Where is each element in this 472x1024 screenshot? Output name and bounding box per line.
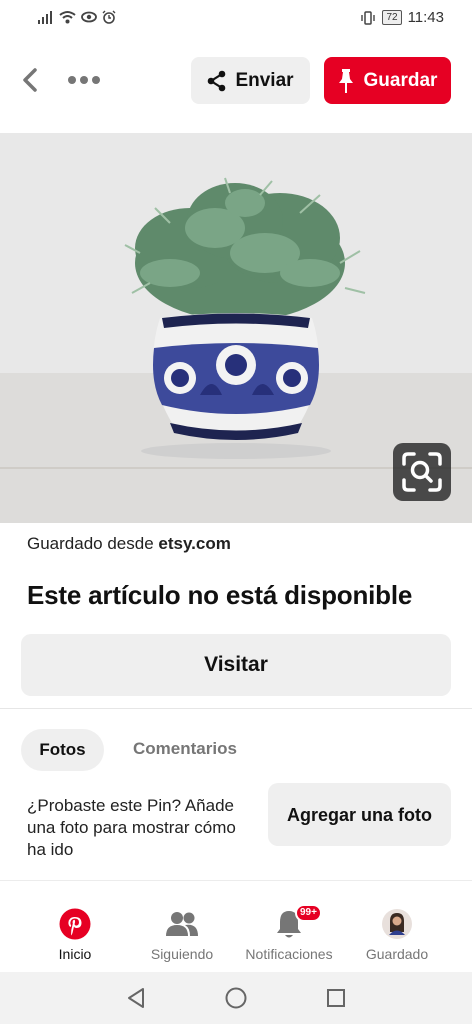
pin-icon [338,68,353,93]
home-circle-icon[interactable] [221,984,251,1012]
tried-pin-prompt: ¿Probaste este Pin? Añade una foto para … [27,796,236,859]
nav-saved-label: Guardado [365,946,429,962]
nav-following[interactable]: Siguiendo [123,892,241,972]
nav-home-label: Inicio [58,946,92,962]
status-bar: 72 11:43 [0,0,472,38]
pin-header: Enviar Guardar [0,55,472,107]
share-icon [208,70,226,91]
status-icons-left [38,10,116,24]
nav-notifications-label: Notificaciones [245,946,333,962]
send-button-label: Enviar [235,69,294,91]
recents-square-icon[interactable] [321,984,351,1012]
visit-button[interactable]: Visitar [21,634,451,696]
saved-from-site-link[interactable]: etsy.com [158,534,230,553]
notification-badge: 99+ [295,904,322,922]
nav-home[interactable]: Inicio [16,892,134,972]
nav-following-label: Siguiendo [150,946,214,962]
wifi-icon [59,11,76,24]
add-photo-button[interactable]: Agregar una foto [268,783,451,846]
avatar [382,909,412,939]
send-button[interactable]: Enviar [191,57,310,104]
tab-photos[interactable]: Fotos [21,729,104,771]
divider [0,880,472,881]
people-icon [166,912,198,936]
vibrate-icon [361,10,376,25]
nav-notifications[interactable]: 99+ Notificaciones [230,892,348,972]
more-options-icon[interactable] [64,63,104,97]
saved-from-prefix: Guardado desde [27,534,154,553]
back-arrow-icon[interactable] [16,63,44,97]
pin-title: Este artículo no está disponible [27,580,413,610]
signal-icon [38,11,52,24]
divider [0,708,472,709]
nav-saved[interactable]: Guardado [338,892,456,972]
tab-comments[interactable]: Comentarios [133,739,237,759]
system-nav-bar [0,972,472,1024]
status-time: 11:43 [407,9,444,26]
save-button-label: Guardar [363,69,438,91]
visual-search-icon[interactable] [393,443,451,501]
back-triangle-icon[interactable] [121,984,151,1012]
alarm-icon [102,10,116,24]
save-button[interactable]: Guardar [324,57,451,104]
battery-icon: 72 [382,10,402,25]
pinterest-logo-icon [59,908,91,940]
bottom-nav: Inicio Siguiendo 99+ Notificaciones Guar… [0,892,472,972]
eye-icon [81,11,97,23]
saved-from-text: Guardado desde etsy.com [27,534,231,554]
status-icons-right: 72 11:43 [360,9,444,26]
